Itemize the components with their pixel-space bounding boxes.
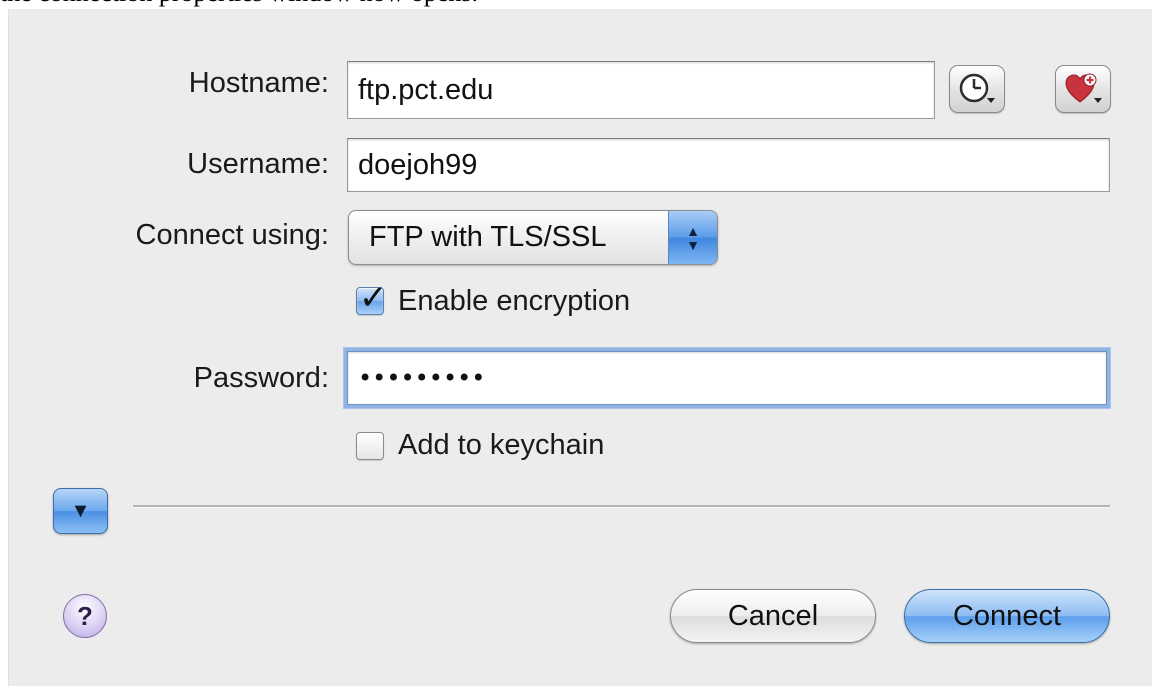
divider <box>133 505 1110 508</box>
username-input[interactable]: doejoh99 <box>347 138 1110 192</box>
checkmark-icon: ✓ <box>359 278 388 318</box>
triangle-down-icon: ▼ <box>70 499 91 522</box>
heart-plus-icon <box>1065 73 1102 103</box>
connect-button[interactable]: Connect <box>904 589 1110 643</box>
connect-using-select[interactable]: FTP with TLS/SSL ▲ ▼ <box>348 210 718 265</box>
password-value: ••••••••• <box>358 364 486 392</box>
connection-properties-dialog: Hostname: ftp.pct.edu Username: doejoh99… <box>8 9 1152 686</box>
caption-text: the connection properties window now ope… <box>0 0 1152 9</box>
username-label: Username: <box>187 148 329 180</box>
username-value: doejoh99 <box>358 148 478 181</box>
hostname-label: Hostname: <box>188 67 329 99</box>
help-icon: ? <box>77 600 93 631</box>
connect-using-label: Connect using: <box>135 219 329 251</box>
cancel-button[interactable]: Cancel <box>670 589 876 643</box>
add-to-keychain-label: Add to keychain <box>398 429 605 461</box>
disclosure-button[interactable]: ▼ <box>53 488 108 534</box>
help-button[interactable]: ? <box>63 594 107 638</box>
hostname-value: ftp.pct.edu <box>358 73 494 106</box>
password-label: Password: <box>193 362 329 394</box>
clock-icon <box>959 73 995 103</box>
add-to-keychain-checkbox[interactable] <box>356 432 384 460</box>
connect-using-value: FTP with TLS/SSL <box>369 221 607 253</box>
hostname-input[interactable]: ftp.pct.edu <box>347 61 935 119</box>
favorites-button[interactable] <box>1055 65 1111 113</box>
history-button[interactable] <box>949 65 1005 113</box>
cancel-button-label: Cancel <box>727 599 819 632</box>
password-input[interactable]: ••••••••• <box>347 351 1107 405</box>
enable-encryption-label: Enable encryption <box>398 285 631 317</box>
updown-arrows-icon: ▲ ▼ <box>668 211 717 264</box>
enable-encryption-checkbox[interactable]: ✓ <box>356 278 388 318</box>
connect-button-label: Connect <box>952 599 1061 632</box>
